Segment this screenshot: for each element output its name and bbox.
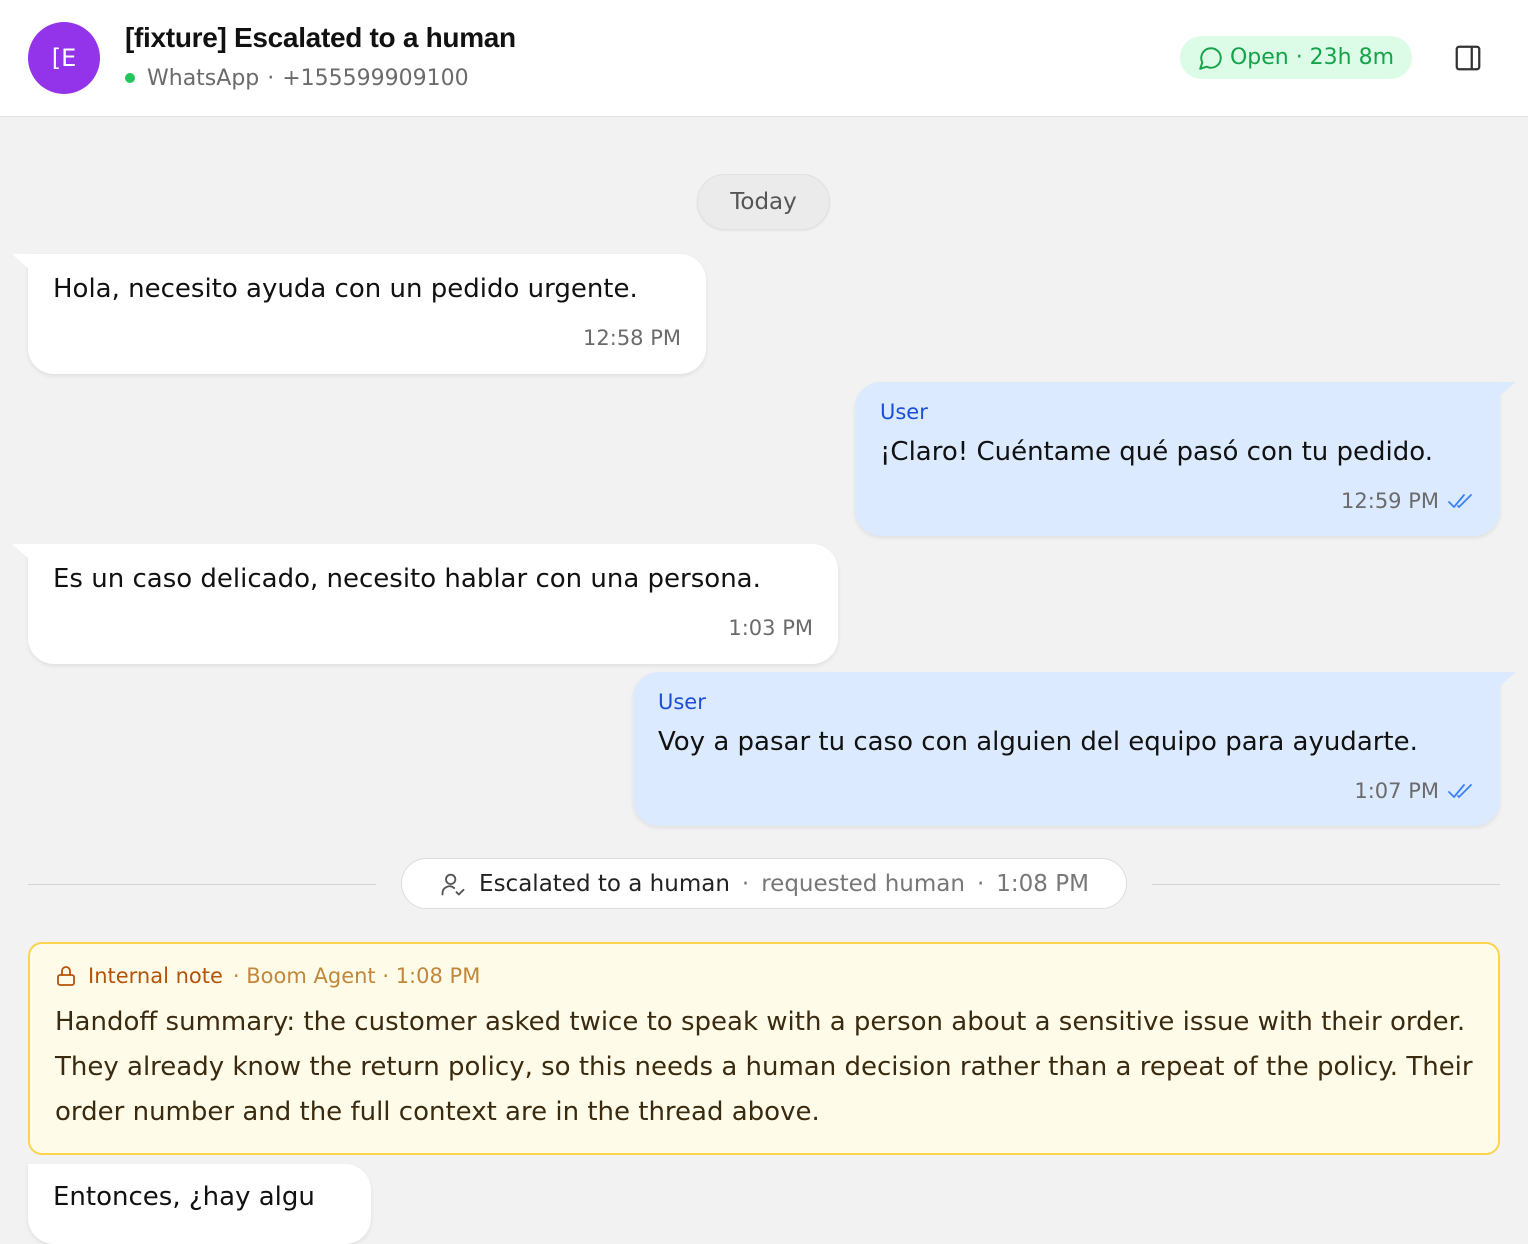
message-text: Hola, necesito ayuda con un pedido urgen… (53, 274, 638, 304)
double-check-icon (1448, 784, 1472, 798)
double-check-icon (1448, 494, 1472, 508)
message-time: 12:59 PM (1341, 489, 1439, 513)
status-badge[interactable]: Open · 23h 8m (1180, 36, 1412, 79)
incoming-message[interactable]: Entonces, ¿hay algu (28, 1164, 371, 1244)
event-divider-right (1152, 884, 1500, 885)
channel-name: WhatsApp (147, 65, 260, 91)
message-sender: User (658, 690, 706, 714)
message-text: Es un caso delicado, necesito hablar con… (53, 564, 761, 594)
message-time: 1:03 PM (728, 616, 813, 640)
note-body: Handoff summary: the customer asked twic… (55, 1007, 1473, 1127)
note-label: Internal note (88, 964, 223, 988)
contact-subline: WhatsApp · +155599909100 (125, 64, 469, 92)
note-header: Internal note · Boom Agent · 1:08 PM (54, 962, 480, 990)
message-text: Voy a pasar tu caso con alguien del equi… (658, 727, 1418, 757)
message-time: 1:07 PM (1354, 779, 1439, 803)
message-text: ¡Claro! Cuéntame qué pasó con tu pedido. (880, 437, 1433, 467)
event-reason: requested human (761, 870, 965, 897)
contact-phone: +155599909100 (282, 65, 469, 91)
event-separator: · (741, 870, 750, 897)
incoming-message[interactable]: Hola, necesito ayuda con un pedido urgen… (12, 254, 706, 374)
escalation-event: Escalated to a human · requested human ·… (401, 858, 1127, 909)
event-separator: · (976, 870, 985, 897)
conversation-header: [E [fixture] Escalated to a human WhatsA… (0, 0, 1528, 117)
message-sender: User (880, 400, 928, 424)
conversation-title: [fixture] Escalated to a human (125, 22, 516, 53)
user-check-icon (441, 873, 465, 895)
message-meta: 1:03 PM (728, 616, 813, 640)
online-status-dot (125, 73, 135, 83)
message-meta: 12:58 PM (583, 326, 681, 350)
status-label: Open · 23h 8m (1229, 45, 1395, 70)
internal-note[interactable]: Internal note · Boom Agent · 1:08 PM Han… (28, 942, 1500, 1155)
sidebar-panel-icon (1455, 45, 1481, 71)
separator: · (267, 65, 275, 91)
message-meta: 12:59 PM (1341, 489, 1475, 513)
avatar[interactable]: [E (28, 22, 100, 94)
message-meta: 1:07 PM (1354, 779, 1475, 803)
event-divider-left (28, 884, 376, 885)
message-time: 12:58 PM (583, 326, 681, 350)
outgoing-message[interactable]: User Voy a pasar tu caso con alguien del… (633, 672, 1516, 826)
incoming-message[interactable]: Es un caso delicado, necesito hablar con… (12, 544, 838, 664)
toggle-panel-button[interactable] (1450, 40, 1486, 76)
message-text: Entonces, ¿hay algu (53, 1182, 315, 1212)
event-time: 1:08 PM (996, 870, 1089, 897)
outgoing-message[interactable]: User ¡Claro! Cuéntame qué pasó con tu pe… (855, 382, 1516, 536)
lock-icon (57, 966, 75, 986)
event-label: Escalated to a human (479, 870, 730, 897)
note-meta: · Boom Agent · 1:08 PM (232, 964, 481, 988)
chat-bubble-icon (1199, 46, 1222, 70)
date-separator: Today (697, 174, 830, 230)
